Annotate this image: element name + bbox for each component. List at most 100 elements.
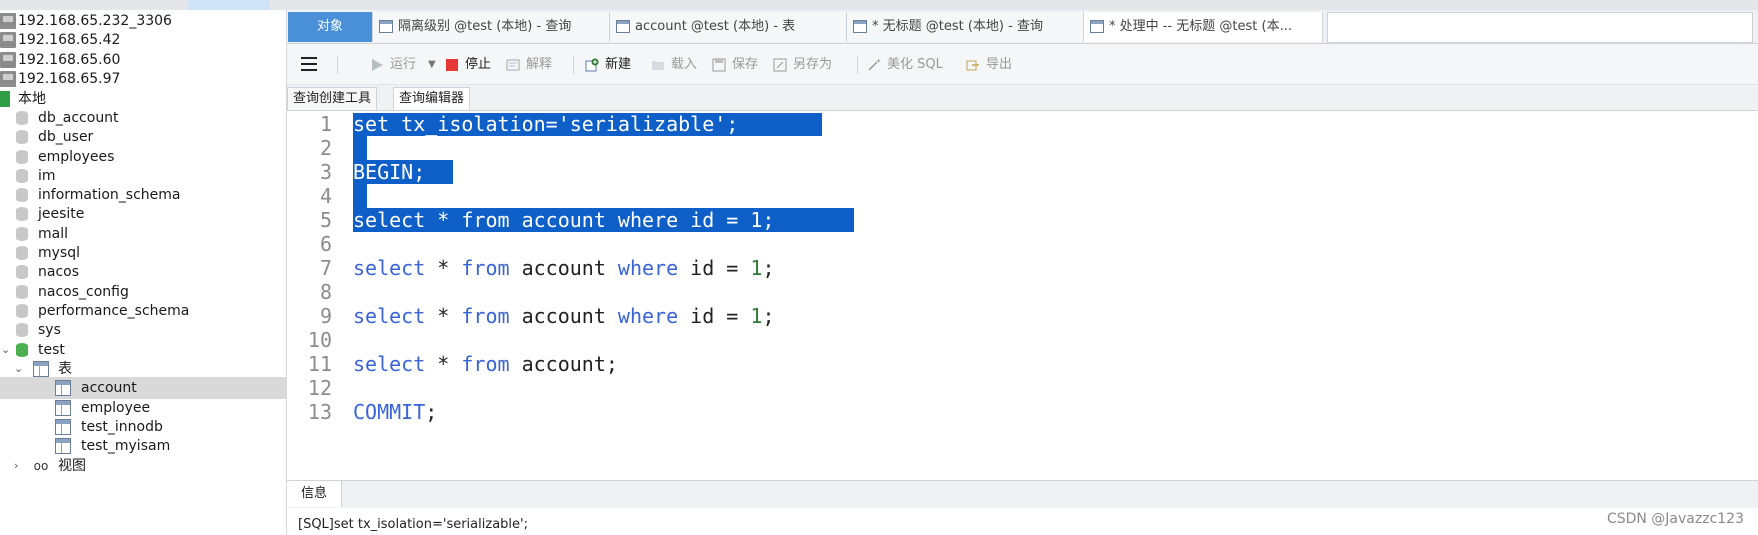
connection-tree[interactable]: 192.168.65.232_3306 192.168.65.42 192.16… [0, 10, 287, 535]
toolbar-separator [857, 56, 858, 74]
connection-icon [0, 13, 16, 29]
explain-label: 解释 [526, 57, 553, 72]
top-menu-strip [0, 0, 1758, 10]
code-line: 13 COMMIT; [287, 399, 1758, 425]
code-line: 11 select * from account; [287, 351, 1758, 377]
line-number: 2 [319, 136, 332, 160]
tab-query[interactable]: 隔离级别 @test (本地) - 查询 [373, 12, 610, 42]
tab-label: * 处理中 -- 无标题 @test (本... [1109, 19, 1292, 34]
tree-connection[interactable]: 192.168.65.97 [0, 68, 286, 90]
database-icon [14, 226, 30, 242]
save-as-icon [773, 58, 787, 72]
tree-database[interactable]: db_user [0, 126, 286, 148]
toolbar-separator [337, 56, 338, 74]
query-icon [1090, 20, 1104, 33]
code-line: 5 select * from account where id = 1; [287, 207, 1758, 233]
beautify-sql-button[interactable]: ✦ 美化 SQL [867, 54, 963, 76]
new-query-icon [585, 58, 599, 72]
line-number: 4 [319, 184, 332, 208]
tab-label: 查询创建工具 [293, 91, 372, 106]
tree-database[interactable]: sys [0, 319, 286, 341]
views-group-label: 视图 [58, 458, 86, 474]
database-icon [14, 322, 30, 338]
magic-wand-icon: ✦ [868, 58, 881, 71]
new-label: 新建 [605, 57, 632, 72]
load-label: 载入 [671, 57, 698, 72]
tree-connection[interactable]: 192.168.65.42 [0, 29, 286, 51]
local-connection-icon [0, 91, 10, 107]
menu-icon[interactable] [301, 57, 317, 71]
table-icon [616, 20, 630, 33]
tree-database[interactable]: nacos [0, 261, 286, 283]
database-icon [14, 110, 30, 126]
stop-button[interactable]: 停止 [445, 54, 505, 76]
database-label: jeesite [38, 206, 85, 222]
export-label: 导出 [986, 57, 1013, 72]
save-as-button[interactable]: 另存为 [773, 54, 851, 76]
code-line: 8 [287, 279, 1758, 305]
code-line: 9 select * from account where id = 1; [287, 303, 1758, 329]
tree-table-selected[interactable]: account [0, 377, 286, 399]
database-label: db_user [38, 129, 94, 145]
tab-query-editor[interactable]: 查询编辑器 [393, 87, 471, 110]
export-icon [966, 60, 979, 71]
table-icon [55, 419, 71, 435]
result-tabs: 信息 [287, 480, 1758, 508]
tree-table[interactable]: test_myisam [0, 435, 286, 457]
code-line: 7 select * from account where id = 1; [287, 255, 1758, 281]
query-toolbar: 运行 ▼ 停止 解释 新建 载入 保存 另存为 ✦ 美化 SQL 导出 [287, 44, 1758, 85]
code-line: 1 set tx_isolation='serializable'; [287, 111, 1758, 137]
save-as-label: 另存为 [793, 57, 833, 72]
database-icon [14, 206, 30, 222]
new-button[interactable]: 新建 [585, 54, 645, 76]
explain-icon [506, 59, 520, 71]
query-icon [379, 20, 393, 33]
query-icon [853, 20, 867, 33]
tab-label: * 无标题 @test (本地) - 查询 [872, 19, 1043, 34]
code-text: COMMIT; [353, 400, 438, 424]
line-number: 7 [319, 256, 332, 280]
svg-text:✦: ✦ [876, 58, 881, 65]
explain-button[interactable]: 解释 [506, 54, 566, 76]
export-button[interactable]: 导出 [966, 54, 1026, 76]
tree-connection-label: 192.168.65.97 [18, 71, 121, 87]
tree-database[interactable]: jeesite [0, 203, 286, 225]
tab-objects[interactable]: 对象 [288, 12, 373, 42]
line-number: 8 [319, 280, 332, 304]
line-number: 3 [319, 160, 332, 184]
sql-editor[interactable]: 1 set tx_isolation='serializable'; 2 3 B… [287, 111, 1758, 488]
tab-label: 隔离级别 @test (本地) - 查询 [398, 19, 572, 34]
tree-connection-label: 192.168.65.42 [18, 32, 121, 48]
connection-icon [0, 32, 16, 48]
database-icon [14, 168, 30, 184]
load-button[interactable]: 载入 [651, 54, 706, 76]
table-label: test_myisam [81, 438, 171, 454]
chevron-right-icon[interactable]: › [14, 455, 18, 477]
top-menu-selected [188, 0, 270, 10]
save-button[interactable]: 保存 [712, 54, 767, 76]
code-text: BEGIN; [353, 160, 426, 184]
database-icon [14, 187, 30, 203]
glasses-icon: oo [33, 459, 49, 473]
tab-query-builder[interactable]: 查询创建工具 [287, 87, 378, 110]
stop-icon [446, 59, 458, 71]
tab-info[interactable]: 信息 [287, 481, 343, 507]
table-icon [55, 400, 71, 416]
info-message: [SQL]set tx_isolation='serializable'; [298, 517, 528, 532]
tab-query-active[interactable]: * 处理中 -- 无标题 @test (本... [1084, 12, 1323, 42]
tree-views-group[interactable]: › oo 视图 [0, 455, 286, 477]
code-text: select * from account where id = 1; [353, 208, 775, 232]
database-label: nacos [38, 264, 80, 280]
folder-icon [652, 61, 664, 70]
database-icon [14, 303, 30, 319]
database-open-icon [14, 342, 30, 358]
tab-query[interactable]: * 无标题 @test (本地) - 查询 [847, 12, 1084, 42]
table-icon [55, 438, 71, 454]
tab-label: 信息 [301, 486, 328, 501]
tab-table[interactable]: account @test (本地) - 表 [610, 12, 847, 42]
code-line: 6 [287, 231, 1758, 257]
line-number: 10 [307, 328, 332, 352]
chevron-down-icon[interactable]: ▼ [428, 54, 436, 76]
line-number: 9 [319, 304, 332, 328]
save-label: 保存 [732, 57, 759, 72]
